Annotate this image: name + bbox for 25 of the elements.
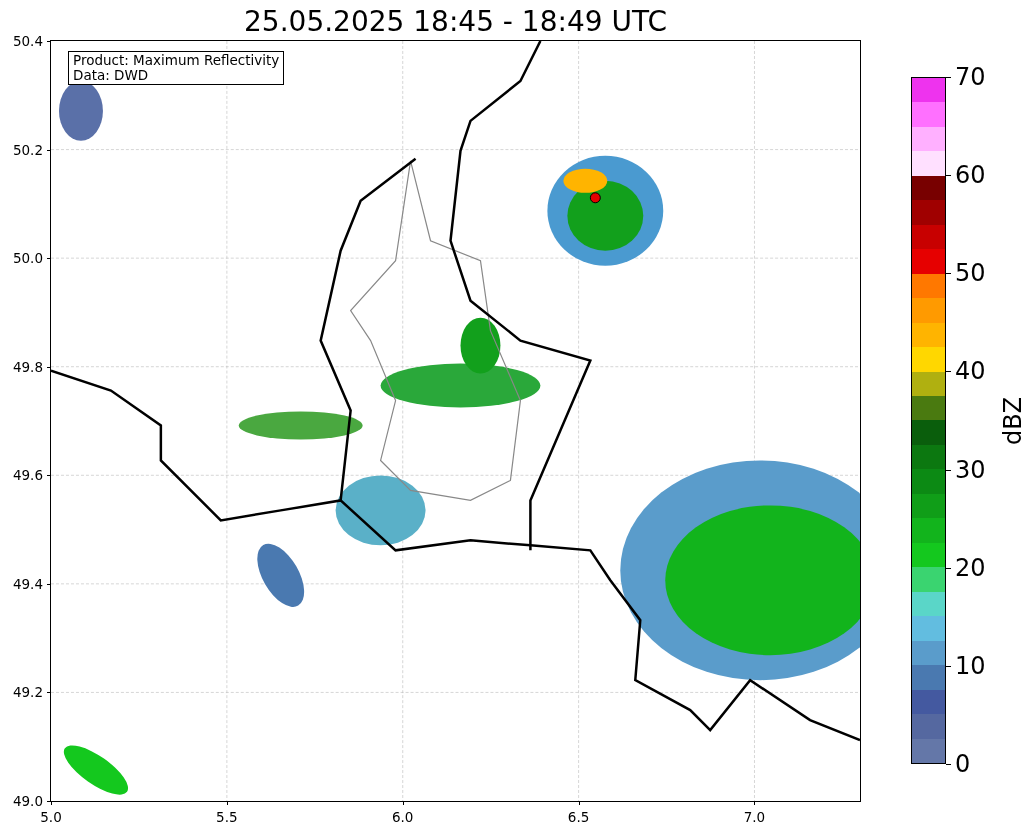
- colorbar-tick-label: 50: [955, 261, 986, 286]
- y-tick-label: 50.2: [12, 140, 43, 160]
- colorbar-tick-label: 40: [955, 359, 986, 384]
- x-tick-label: 5.5: [216, 808, 238, 827]
- chart-title: 25.05.2025 18:45 - 18:49 UTC: [243, 4, 668, 40]
- x-tick-label: 5.0: [40, 808, 62, 827]
- info-text: Product: Maximum Reflectivity: [73, 53, 280, 68]
- colorbar-tick-label: 70: [955, 65, 986, 89]
- y-tick-label: 49.8: [12, 357, 43, 377]
- y-tick-label: 49.0: [12, 791, 43, 811]
- x-tick-label: 6.5: [567, 808, 590, 827]
- x-tick-label: 6.0: [392, 808, 414, 827]
- colorbar-tick-label: 20: [955, 555, 986, 580]
- colorbar-tick-label: 60: [955, 163, 986, 188]
- y-tick-label: 50.0: [12, 249, 43, 268]
- colorbar-tick-label: 30: [955, 457, 986, 482]
- colorbar-tick-label: 0: [955, 752, 971, 776]
- y-tick-label: 50.4: [12, 31, 43, 51]
- x-tick-label: 7.0: [743, 808, 766, 827]
- y-tick-label: 49.6: [12, 466, 43, 486]
- info-text: Data: DWD: [73, 68, 150, 83]
- colorbar-tick-label: 10: [955, 653, 986, 678]
- y-tick-label: 49.2: [12, 683, 43, 703]
- colorbar-label: dBZ: [998, 396, 1023, 445]
- y-tick-label: 49.4: [12, 574, 43, 594]
